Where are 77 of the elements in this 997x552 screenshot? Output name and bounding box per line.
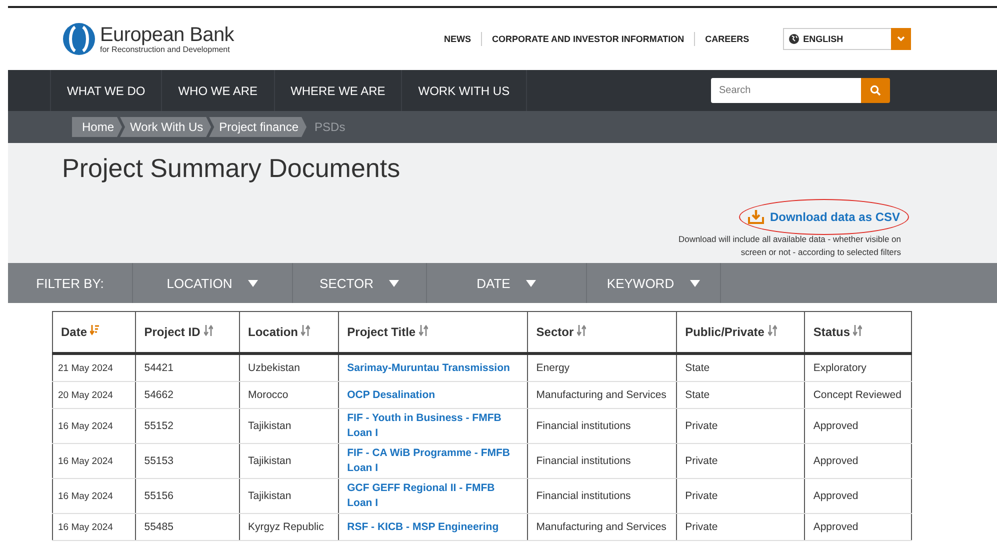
logo-name[interactable]: European Bank xyxy=(100,24,234,44)
table-cell: 55156 xyxy=(144,490,174,502)
table-cell: Financial institutions xyxy=(536,420,631,432)
table-cell: State xyxy=(685,362,710,374)
filter-dropdown[interactable]: SECTOR xyxy=(293,263,427,303)
table-cell: Private xyxy=(685,454,718,466)
table-cell: 16 May 2024 xyxy=(58,456,113,466)
search-field[interactable]: Search xyxy=(711,78,861,103)
sort-icon[interactable] xyxy=(90,325,100,336)
logo-tagline: for Reconstruction and Development xyxy=(100,44,231,54)
column-header[interactable]: Project Title xyxy=(347,325,416,339)
filter-dropdown[interactable]: LOCATION xyxy=(133,263,293,303)
column-header[interactable]: Status xyxy=(813,325,850,339)
filter-label: FILTER BY: xyxy=(8,263,133,303)
sort-icon[interactable] xyxy=(576,325,586,336)
table-cell: 16 May 2024 xyxy=(58,420,113,432)
download-icon xyxy=(748,210,764,224)
caret-icon xyxy=(690,280,700,286)
sort-icon[interactable] xyxy=(418,325,428,336)
table-cell: Approved xyxy=(813,490,858,502)
table-cell: Approved xyxy=(813,420,858,432)
table-cell: Energy xyxy=(536,362,570,374)
table-cell: Tajikistan xyxy=(248,420,292,432)
table-cell: Manufacturing and Services xyxy=(536,388,666,400)
table-cell: Financial institutions xyxy=(536,490,631,502)
table-cell: 54421 xyxy=(144,362,174,374)
search-button[interactable] xyxy=(861,78,890,103)
column-header[interactable]: Sector xyxy=(536,325,574,339)
table-cell: 16 May 2024 xyxy=(58,490,113,502)
logo-icon[interactable] xyxy=(62,22,96,56)
table-cell: Approved xyxy=(813,454,858,466)
caret-icon xyxy=(389,280,400,286)
top-link[interactable]: CORPORATE AND INVESTOR INFORMATION xyxy=(482,34,694,44)
table-cell: 55153 xyxy=(144,454,174,466)
top-link[interactable]: NEWS xyxy=(434,34,481,44)
sort-icon[interactable] xyxy=(768,325,777,336)
column-header[interactable]: Date xyxy=(61,325,88,339)
sort-icon[interactable] xyxy=(853,325,862,336)
table-cell: 55485 xyxy=(144,520,174,532)
search-icon xyxy=(870,85,881,96)
table-cell: Exploratory xyxy=(813,362,866,374)
chevron-down-icon xyxy=(897,36,906,42)
filter-dropdown[interactable]: KEYWORD xyxy=(587,263,721,303)
column-header[interactable]: Location xyxy=(248,325,298,339)
top-link[interactable]: CAREERS xyxy=(695,34,760,44)
table-cell: Private xyxy=(685,420,718,432)
language-select[interactable]: ENGLISH xyxy=(783,28,912,50)
table-cell: 55152 xyxy=(144,420,174,432)
table-cell: Uzbekistan xyxy=(248,362,300,374)
table-cell: Concept Reviewed xyxy=(813,388,902,400)
breadcrumb-item[interactable]: Project finance xyxy=(209,117,307,137)
download-note: Download will include all available data - whether visible on screen or not - according to selected filters xyxy=(677,233,901,259)
caret-icon xyxy=(248,280,258,286)
table-cell: Morocco xyxy=(248,388,288,400)
sort-icon[interactable] xyxy=(204,325,213,336)
table-cell: Tajikistan xyxy=(248,490,292,502)
table-cell: Kyrgyz Republic xyxy=(248,520,324,532)
caret-icon xyxy=(526,280,536,286)
column-header[interactable]: Project ID xyxy=(144,325,200,339)
table-cell: 16 May 2024 xyxy=(58,522,113,532)
table-cell: State xyxy=(685,388,710,400)
table-cell: 20 May 2024 xyxy=(58,390,113,400)
table-cell: 54662 xyxy=(144,388,174,400)
table-cell: Private xyxy=(685,520,718,532)
breadcrumb-item[interactable]: Work With Us xyxy=(120,117,212,137)
table-cell: Financial institutions xyxy=(536,454,631,466)
globe-icon xyxy=(789,34,800,44)
page-title: Project Summary Documents xyxy=(62,153,400,184)
table-cell: Tajikistan xyxy=(248,454,292,466)
breadcrumb-item[interactable]: Home xyxy=(72,117,122,137)
table-cell: 21 May 2024 xyxy=(58,362,113,374)
filter-dropdown[interactable]: DATE xyxy=(427,263,587,303)
sort-icon[interactable] xyxy=(301,325,310,336)
table-cell: Manufacturing and Services xyxy=(536,520,666,532)
table-cell: Approved xyxy=(813,520,858,532)
download-link[interactable]: Download data as CSV xyxy=(738,199,909,235)
table-cell: Private xyxy=(685,490,718,502)
